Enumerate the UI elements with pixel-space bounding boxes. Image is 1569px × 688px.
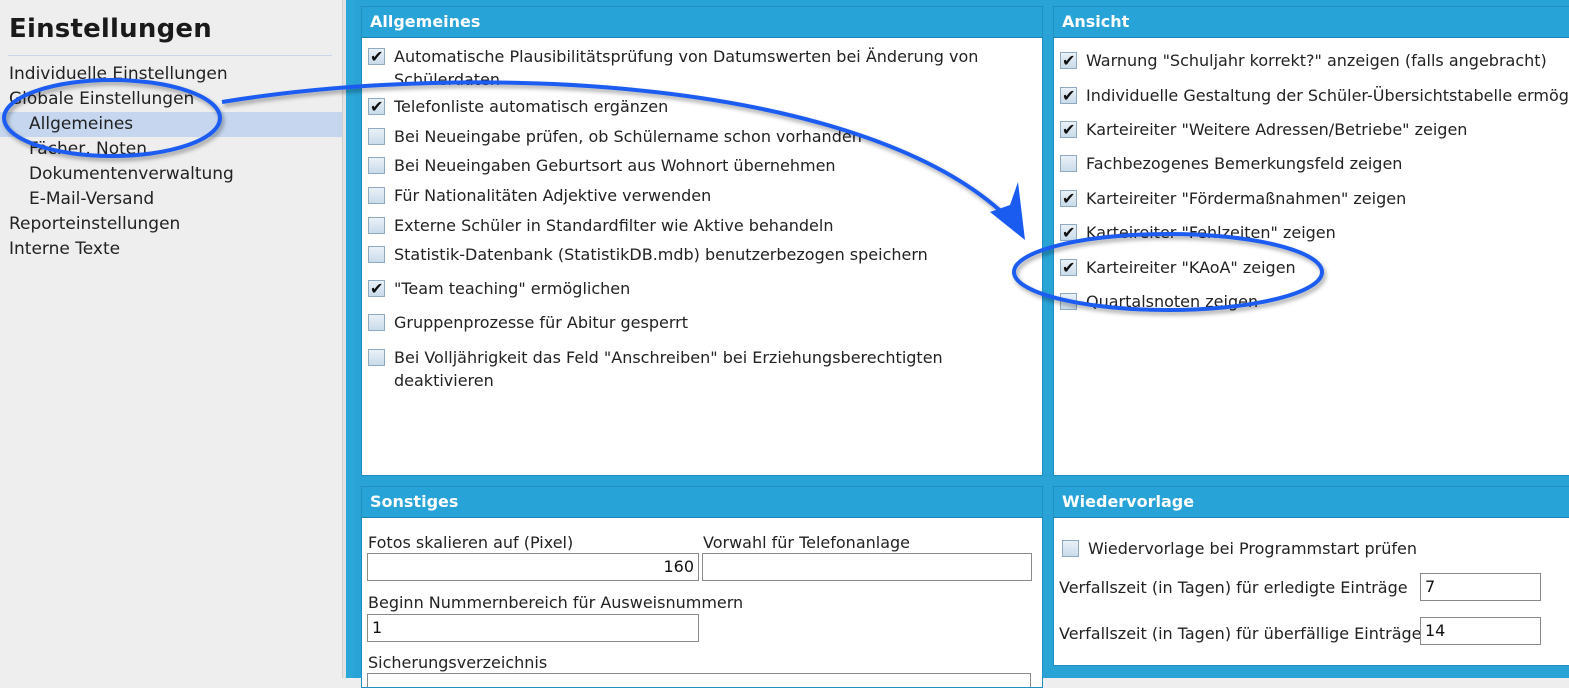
option-label: Karteireiter "KAoA" zeigen <box>1086 258 1296 277</box>
panel-wiedervorlage-header: Wiedervorlage <box>1054 487 1569 518</box>
ueberfaellig-input[interactable]: 14 <box>1420 617 1541 645</box>
panel-sonstiges-header: Sonstiges <box>362 487 1042 518</box>
panel-allgemeines: Allgemeines Automatische Plausibilitätsp… <box>361 6 1043 476</box>
ueberfaellig-label: Verfallszeit (in Tagen) für überfällige … <box>1059 624 1422 643</box>
panel-ansicht-header: Ansicht <box>1054 7 1569 38</box>
option-label: Statistik-Datenbank (StatistikDB.mdb) be… <box>394 245 928 264</box>
option-plausibilitaetspruefung[interactable]: Automatische Plausibilitätsprüfung von D… <box>368 45 1008 91</box>
fotos-label: Fotos skalieren auf (Pixel) <box>368 533 574 552</box>
option-gruppenprozesse[interactable]: Gruppenprozesse für Abitur gesperrt <box>368 311 688 334</box>
option-geburtsort[interactable]: Bei Neueingaben Geburtsort aus Wohnort ü… <box>368 154 836 177</box>
panel-wiedervorlage: Wiedervorlage Wiedervorlage bei Programm… <box>1053 486 1569 666</box>
option-label: Bei Neueingabe prüfen, ob Schülername sc… <box>394 127 862 146</box>
sidebar: Einstellungen Individuelle Einstellungen… <box>0 0 342 678</box>
sidebar-divider <box>8 55 332 56</box>
sicherung-label: Sicherungsverzeichnis <box>368 653 548 672</box>
checkbox-schuelername-pruefen[interactable] <box>368 128 385 145</box>
option-foerdermassnahmen[interactable]: Karteireiter "Fördermaßnahmen" zeigen <box>1060 187 1406 210</box>
checkbox-statistik-db[interactable] <box>368 246 385 263</box>
vorwahl-input[interactable] <box>702 553 1032 581</box>
checkbox-kaoa[interactable] <box>1060 256 1077 279</box>
panel-allgemeines-header: Allgemeines <box>362 7 1042 38</box>
checkbox-plausibilitaetspruefung[interactable] <box>368 45 385 68</box>
nav-item-dokumentenverwaltung[interactable]: Dokumentenverwaltung <box>0 162 342 187</box>
option-bemerkungsfeld[interactable]: Fachbezogenes Bemerkungsfeld zeigen <box>1060 152 1402 175</box>
content-area: Allgemeines Automatische Plausibilitätsp… <box>354 0 1569 688</box>
option-warnung-schuljahr[interactable]: Warnung "Schuljahr korrekt?" anzeigen (f… <box>1060 49 1547 72</box>
checkbox-geburtsort[interactable] <box>368 157 385 174</box>
option-wiedervorlage-programmstart[interactable]: Wiedervorlage bei Programmstart prüfen <box>1062 537 1417 560</box>
nav-item-faecher-noten[interactable]: Fächer, Noten <box>0 137 342 162</box>
nav-item-email-versand[interactable]: E-Mail-Versand <box>0 187 342 212</box>
erledigt-input[interactable]: 7 <box>1420 573 1541 601</box>
fotos-pixel-input[interactable]: 160 <box>367 553 699 581</box>
nav-item-allgemeines[interactable]: Allgemeines <box>0 112 342 137</box>
option-statistik-db[interactable]: Statistik-Datenbank (StatistikDB.mdb) be… <box>368 243 928 266</box>
checkbox-nationalitaeten[interactable] <box>368 187 385 204</box>
option-schuelername-pruefen[interactable]: Bei Neueingabe prüfen, ob Schülername sc… <box>368 125 862 148</box>
option-quartalsnoten[interactable]: Quartalsnoten zeigen <box>1060 290 1258 313</box>
checkbox-fehlzeiten[interactable] <box>1060 221 1077 244</box>
option-label: Karteireiter "Weitere Adressen/Betriebe"… <box>1086 120 1468 139</box>
option-label: Bei Neueingaben Geburtsort aus Wohnort ü… <box>394 156 836 175</box>
checkbox-foerdermassnahmen[interactable] <box>1060 187 1077 210</box>
erledigt-label: Verfallszeit (in Tagen) für erledigte Ei… <box>1059 578 1408 597</box>
option-label: Karteireiter "Fehlzeiten" zeigen <box>1086 223 1336 242</box>
option-label: Telefonliste automatisch ergänzen <box>394 97 669 116</box>
option-label: Karteireiter "Fördermaßnahmen" zeigen <box>1086 189 1407 208</box>
option-label: Externe Schüler in Standardfilter wie Ak… <box>394 216 834 235</box>
checkbox-volljaehrigkeit[interactable] <box>368 349 385 366</box>
option-label: Warnung "Schuljahr korrekt?" anzeigen (f… <box>1086 51 1547 70</box>
option-label: "Team teaching" ermöglichen <box>394 279 631 298</box>
checkbox-weitere-adressen[interactable] <box>1060 118 1077 141</box>
option-label: Individuelle Gestaltung der Schüler-Über… <box>1086 86 1569 105</box>
nav-item-reporteinstellungen[interactable]: Reporteinstellungen <box>0 212 342 237</box>
nav-item-interne-texte[interactable]: Interne Texte <box>0 237 342 262</box>
option-label: Gruppenprozesse für Abitur gesperrt <box>394 313 688 332</box>
option-label: Bei Volljährigkeit das Feld "Anschreiben… <box>394 348 943 390</box>
option-individuelle-gestaltung[interactable]: Individuelle Gestaltung der Schüler-Über… <box>1060 84 1569 107</box>
option-label: Für Nationalitäten Adjektive verwenden <box>394 186 712 205</box>
checkbox-telefonliste[interactable] <box>368 95 385 118</box>
option-externe-schueler[interactable]: Externe Schüler in Standardfilter wie Ak… <box>368 214 833 237</box>
nav-item-globale-einstellungen[interactable]: Globale Einstellungen <box>0 87 342 112</box>
panel-sonstiges: Sonstiges Fotos skalieren auf (Pixel) 16… <box>361 486 1043 688</box>
option-fehlzeiten[interactable]: Karteireiter "Fehlzeiten" zeigen <box>1060 221 1336 244</box>
option-label: Automatische Plausibilitätsprüfung von D… <box>394 47 979 89</box>
option-kaoa[interactable]: Karteireiter "KAoA" zeigen <box>1060 256 1296 279</box>
checkbox-team-teaching[interactable] <box>368 277 385 300</box>
option-label: Wiedervorlage bei Programmstart prüfen <box>1088 539 1417 558</box>
checkbox-warnung-schuljahr[interactable] <box>1060 49 1077 72</box>
option-volljaehrigkeit[interactable]: Bei Volljährigkeit das Feld "Anschreiben… <box>368 346 1042 392</box>
content-edge <box>346 0 354 678</box>
settings-nav: Individuelle Einstellungen Globale Einst… <box>0 62 342 262</box>
checkbox-gruppenprozesse[interactable] <box>368 314 385 331</box>
option-team-teaching[interactable]: "Team teaching" ermöglichen <box>368 277 630 300</box>
panel-ansicht: Ansicht Warnung "Schuljahr korrekt?" anz… <box>1053 6 1569 476</box>
checkbox-individuelle-gestaltung[interactable] <box>1060 84 1077 107</box>
checkbox-bemerkungsfeld[interactable] <box>1060 155 1077 172</box>
checkbox-wiedervorlage-programmstart[interactable] <box>1062 540 1079 557</box>
ausweis-input[interactable]: 1 <box>367 614 699 642</box>
checkbox-quartalsnoten[interactable] <box>1060 293 1077 310</box>
option-label: Fachbezogenes Bemerkungsfeld zeigen <box>1086 154 1403 173</box>
checkbox-externe-schueler[interactable] <box>368 217 385 234</box>
sidebar-title: Einstellungen <box>9 14 212 44</box>
option-label: Quartalsnoten zeigen <box>1086 292 1259 311</box>
sicherung-input[interactable] <box>367 673 1031 687</box>
option-weitere-adressen[interactable]: Karteireiter "Weitere Adressen/Betriebe"… <box>1060 118 1467 141</box>
vorwahl-label: Vorwahl für Telefonanlage <box>703 533 911 552</box>
ausweis-label: Beginn Nummernbereich für Ausweisnummern <box>368 593 744 612</box>
option-nationalitaeten[interactable]: Für Nationalitäten Adjektive verwenden <box>368 184 711 207</box>
nav-item-individuelle-einstellungen[interactable]: Individuelle Einstellungen <box>0 62 342 87</box>
option-telefonliste[interactable]: Telefonliste automatisch ergänzen <box>368 95 668 118</box>
